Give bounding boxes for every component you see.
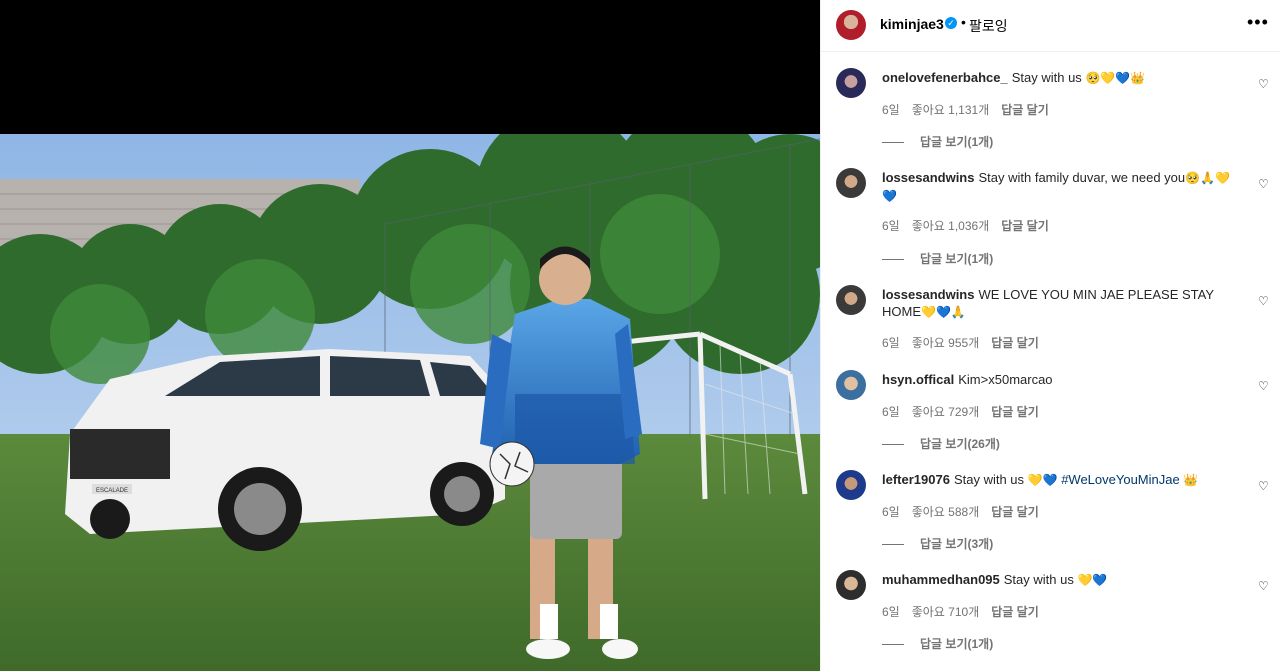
comment-body: Stay with family duvar, we need you	[978, 170, 1186, 185]
replies-line	[882, 142, 904, 144]
view-replies-button[interactable]: 답글 보기(1개)	[882, 250, 993, 267]
replies-line	[882, 644, 904, 646]
comment-text: lossesandwins WE LOVE YOU MIN JAE PLEASE …	[882, 286, 1242, 321]
following-button[interactable]: 팔로잉	[969, 16, 1008, 36]
comment-meta: 6일 좋아요 1,036개 답글 달기	[882, 217, 1061, 234]
post-header: kiminjae3 ✓ • 팔로잉 •••	[821, 0, 1280, 52]
commenter-avatar[interactable]	[836, 68, 866, 98]
view-replies-button[interactable]: 답글 보기(26개)	[882, 435, 1000, 452]
view-replies-label: 답글 보기(26개)	[920, 437, 1000, 451]
verified-badge-icon: ✓	[945, 17, 957, 29]
comment-text: lossesandwins Stay with family duvar, we …	[882, 169, 1242, 205]
like-heart-icon[interactable]: ♡	[1258, 579, 1270, 593]
commenter-avatar[interactable]	[836, 470, 866, 500]
comment-time[interactable]: 6일	[882, 505, 900, 519]
commenter-username[interactable]: hsyn.offical	[882, 372, 954, 387]
like-heart-icon[interactable]: ♡	[1258, 379, 1270, 393]
like-heart-icon[interactable]: ♡	[1258, 479, 1270, 493]
commenter-avatar[interactable]	[836, 168, 866, 198]
car-plate-text: ESCALADE	[96, 488, 128, 494]
replies-line	[882, 544, 904, 546]
instagram-post-view: ESCALADE kiminjae3 ✓ • 팔로잉 ••• onelovefe…	[0, 0, 1280, 671]
commenter-username[interactable]: lefter19076	[882, 472, 950, 487]
comment-emojis: 💛💙	[1077, 573, 1108, 587]
comment-likes[interactable]: 좋아요 1,036개	[912, 219, 990, 233]
comment-text: lefter19076 Stay with us 💛💙 #WeLoveYouMin…	[882, 471, 1242, 489]
comment-body: Stay with us	[1003, 572, 1074, 587]
comment-emojis: 💛💙	[1027, 473, 1058, 487]
commenter-avatar[interactable]	[836, 570, 866, 600]
commenter-username[interactable]: lossesandwins	[882, 170, 974, 185]
post-photo[interactable]: ESCALADE	[0, 134, 820, 671]
comment-emojis: 🥺💛💙👑	[1085, 71, 1146, 85]
reply-button[interactable]: 답글 달기	[991, 505, 1039, 519]
header-separator: •	[961, 14, 966, 30]
replies-line	[882, 444, 904, 446]
view-replies-label: 답글 보기(1개)	[920, 637, 994, 651]
comment-meta: 6일 좋아요 710개 답글 달기	[882, 603, 1051, 620]
like-heart-icon[interactable]: ♡	[1258, 177, 1270, 191]
comments-panel: kiminjae3 ✓ • 팔로잉 ••• onelovefenerbahce_…	[820, 0, 1280, 671]
commenter-username[interactable]: muhammedhan095	[882, 572, 1000, 587]
author-avatar[interactable]	[836, 10, 866, 40]
reply-button[interactable]: 답글 달기	[991, 336, 1039, 350]
comment-likes[interactable]: 좋아요 1,131개	[912, 103, 990, 117]
view-replies-button[interactable]: 답글 보기(1개)	[882, 635, 993, 652]
more-dots-icon[interactable]: •••	[1247, 12, 1269, 33]
reply-button[interactable]: 답글 달기	[991, 605, 1039, 619]
comment-meta: 6일 좋아요 955개 답글 달기	[882, 334, 1051, 351]
comment-text: muhammedhan095 Stay with us 💛💙	[882, 571, 1242, 589]
reply-button[interactable]: 답글 달기	[1001, 103, 1049, 117]
comment-body: Kim>x50marcao	[958, 372, 1053, 387]
view-replies-button[interactable]: 답글 보기(1개)	[882, 133, 993, 150]
commenter-avatar[interactable]	[836, 370, 866, 400]
view-replies-label: 답글 보기(3개)	[920, 537, 994, 551]
photo-illustration: ESCALADE	[0, 134, 820, 671]
commenter-username[interactable]: onelovefenerbahce_	[882, 70, 1008, 85]
replies-line	[882, 259, 904, 261]
comment-likes[interactable]: 좋아요 588개	[912, 505, 980, 519]
comment-time[interactable]: 6일	[882, 405, 900, 419]
comment-time[interactable]: 6일	[882, 103, 900, 117]
comment-time[interactable]: 6일	[882, 219, 900, 233]
comment-text: onelovefenerbahce_ Stay with us 🥺💛💙👑	[882, 69, 1242, 87]
like-heart-icon[interactable]: ♡	[1258, 294, 1270, 308]
like-heart-icon[interactable]: ♡	[1258, 77, 1270, 91]
commenter-username[interactable]: lossesandwins	[882, 287, 974, 302]
reply-button[interactable]: 답글 달기	[1001, 219, 1049, 233]
comment-meta: 6일 좋아요 588개 답글 달기	[882, 503, 1051, 520]
post-media: ESCALADE	[0, 0, 820, 671]
view-replies-label: 답글 보기(1개)	[920, 252, 994, 266]
reply-button[interactable]: 답글 달기	[991, 405, 1039, 419]
comment-body: Stay with us	[953, 472, 1025, 487]
comment-likes[interactable]: 좋아요 710개	[912, 605, 980, 619]
comment-body: Stay with us	[1011, 70, 1082, 85]
view-replies-button[interactable]: 답글 보기(3개)	[882, 535, 993, 552]
comment-text: hsyn.offical Kim>x50marcao	[882, 371, 1242, 388]
view-replies-label: 답글 보기(1개)	[920, 135, 994, 149]
comment-time[interactable]: 6일	[882, 336, 900, 350]
comment-emojis: 💛💙🙏	[921, 305, 966, 319]
comment-meta: 6일 좋아요 729개 답글 달기	[882, 403, 1051, 420]
comment-time[interactable]: 6일	[882, 605, 900, 619]
author-username[interactable]: kiminjae3	[880, 16, 944, 32]
comment-likes[interactable]: 좋아요 729개	[912, 405, 980, 419]
comment-emojis-after: 👑	[1183, 473, 1199, 487]
commenter-avatar[interactable]	[836, 285, 866, 315]
hashtag-link[interactable]: #WeLoveYouMinJae	[1061, 472, 1180, 487]
comment-likes[interactable]: 좋아요 955개	[912, 336, 980, 350]
comment-meta: 6일 좋아요 1,131개 답글 달기	[882, 101, 1061, 118]
